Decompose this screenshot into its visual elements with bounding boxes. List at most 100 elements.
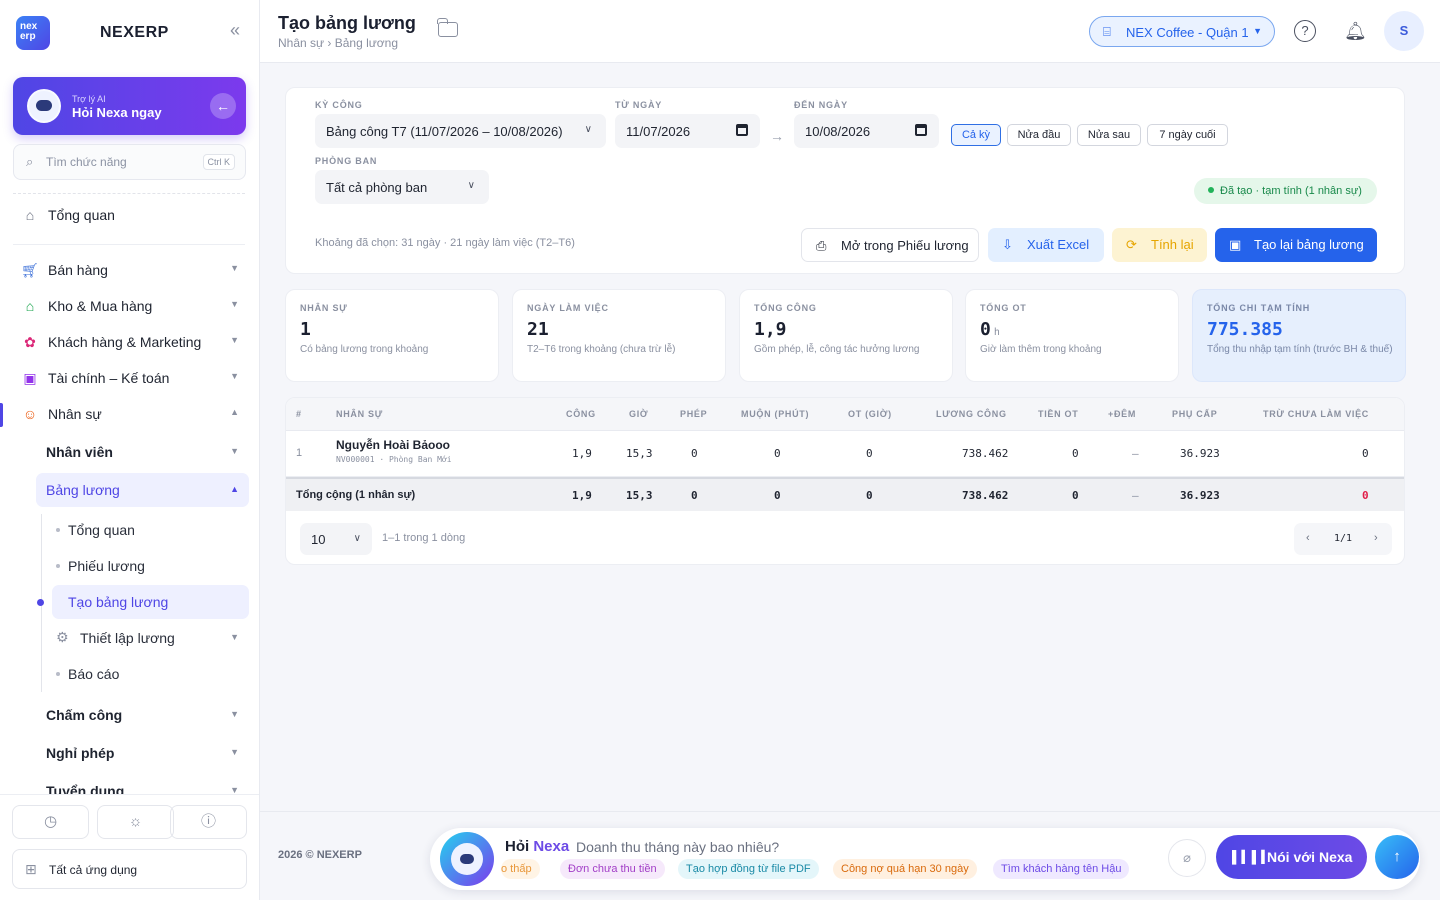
total-allowance: 36.923 bbox=[1180, 489, 1220, 502]
all-apps-button[interactable]: ⊞ Tất cả ứng dụng bbox=[12, 849, 247, 889]
theme-icon[interactable]: ☼ bbox=[97, 805, 174, 839]
chip-second-half[interactable]: Nửa sau bbox=[1077, 124, 1141, 146]
nav-leave[interactable]: Nghỉ phép ▼ bbox=[36, 736, 249, 770]
nav-payslip[interactable]: Phiếu lương bbox=[52, 549, 249, 583]
col-deduction[interactable]: TRỪ CHƯA LÀM VIỆC bbox=[1263, 409, 1369, 419]
nav-label: Bảng lương bbox=[46, 482, 120, 498]
cell-allowance: 36.923 bbox=[1180, 447, 1220, 460]
col-allowance[interactable]: PHỤ CẤP bbox=[1172, 409, 1217, 419]
footer: 2026 © NEXERP Hỏi Nexa Doanh thu tháng n… bbox=[260, 811, 1440, 900]
prev-page-icon[interactable]: ‹ bbox=[1306, 532, 1310, 544]
nav-label: Tổng quan bbox=[48, 207, 115, 223]
cell-employee-meta: NV000001 · Phòng Ban Mới bbox=[336, 455, 452, 464]
page-info: 1–1 trong 1 dòng bbox=[382, 532, 466, 544]
cell-salary: 738.462 bbox=[962, 447, 1009, 460]
nav-employees[interactable]: Nhân viên ▼ bbox=[36, 435, 249, 469]
stat-subtitle: T2–T6 trong khoảng (chưa trừ lễ) bbox=[527, 344, 676, 355]
recalculate-button[interactable]: ⟳ Tính lại bbox=[1112, 228, 1207, 262]
page-indicator: 1/1 bbox=[1334, 533, 1353, 544]
button-label: Mở trong Phiếu lương bbox=[841, 238, 969, 253]
nav-customers[interactable]: ✿ Khách hàng & Marketing ▼ bbox=[13, 324, 249, 360]
col-salary[interactable]: LƯƠNG CÔNG bbox=[936, 409, 1007, 419]
sidebar-bottom: ◷ ☼ ⓘ ⊞ Tất cả ứng dụng bbox=[0, 794, 259, 900]
folder-icon[interactable] bbox=[437, 18, 458, 37]
suggestion-chip[interactable]: Tìm khách hàng tên Hậu bbox=[993, 859, 1130, 879]
nav-warehouse[interactable]: ⌂ Kho & Mua hàng ▼ bbox=[13, 288, 249, 324]
period-select[interactable]: Bảng công T7 (11/07/2026 – 10/08/2026) ∨ bbox=[315, 114, 606, 148]
store-selector[interactable]: ⌸ NEX Coffee - Quận 1 ▼ bbox=[1089, 16, 1275, 47]
chevron-up-icon: ▲ bbox=[230, 407, 239, 417]
next-page-icon[interactable]: › bbox=[1374, 532, 1378, 544]
ask-title: Hỏi Nexa bbox=[505, 838, 569, 855]
to-date-input[interactable]: 10/08/2026 bbox=[794, 114, 939, 148]
arrow-left-icon[interactable]: ← bbox=[210, 93, 236, 119]
history-icon[interactable]: ◷ bbox=[12, 805, 89, 839]
help-icon[interactable]: ? bbox=[1294, 20, 1316, 42]
col-ot-pay[interactable]: TIỀN OT bbox=[1038, 409, 1078, 419]
chip-last-7-days[interactable]: 7 ngày cuối bbox=[1147, 124, 1228, 146]
store-icon: ⌸ bbox=[1103, 24, 1111, 39]
nav-attendance[interactable]: Chấm công ▼ bbox=[36, 698, 249, 732]
brand-logo[interactable]: nex erp bbox=[16, 16, 50, 50]
col-employee[interactable]: NHÂN SỰ bbox=[336, 409, 383, 419]
from-label: TỪ NGÀY bbox=[615, 100, 663, 110]
nav-sales[interactable]: 🛒︎ Bán hàng ▼ bbox=[13, 252, 249, 288]
voice-label: Nói với Nexa bbox=[1267, 849, 1353, 865]
search-input[interactable]: Tìm chức năng bbox=[46, 155, 127, 169]
chip-first-half[interactable]: Nửa đầu bbox=[1007, 124, 1071, 146]
ask-brand: Nexa bbox=[533, 838, 570, 855]
open-payslip-button[interactable]: ⎙ Mở trong Phiếu lương bbox=[801, 228, 979, 262]
bell-icon[interactable]: 🔔︎ bbox=[1344, 20, 1367, 42]
nav-payroll-settings[interactable]: ⚙ Thiết lập lương ▼ bbox=[52, 621, 249, 655]
export-excel-button[interactable]: ⇩ Xuất Excel bbox=[988, 228, 1104, 262]
col-hours[interactable]: GIỜ bbox=[629, 409, 648, 419]
status-dot bbox=[1208, 187, 1214, 193]
suggestion-chip[interactable]: o thấp bbox=[501, 859, 540, 879]
range-note: Khoảng đã chọn: 31 ngày · 21 ngày làm vi… bbox=[315, 237, 575, 249]
suggestion-chip[interactable]: Tạo hợp đồng từ file PDF bbox=[678, 859, 819, 879]
suggestion-chip[interactable]: Đơn chưa thu tiền bbox=[560, 859, 665, 879]
regenerate-payroll-button[interactable]: ▣ Tạo lại bảng lương bbox=[1215, 228, 1377, 262]
col-ot[interactable]: OT (GIỜ) bbox=[848, 409, 892, 419]
table-row[interactable]: 1 Nguyễn Hoài Bảooo NV000001 · Phòng Ban… bbox=[286, 431, 1404, 477]
nav-payroll-overview[interactable]: Tổng quan bbox=[52, 513, 249, 547]
suggestion-chip[interactable]: Công nợ quá hạn 30 ngày bbox=[833, 859, 977, 879]
nav-hr[interactable]: ☺ Nhân sự ▲ bbox=[13, 396, 249, 432]
collapse-sidebar-icon[interactable]: « bbox=[230, 20, 240, 41]
department-select[interactable]: Tất cả phòng ban ∨ bbox=[315, 170, 489, 204]
calendar-icon[interactable] bbox=[736, 124, 748, 136]
stat-title: NGÀY LÀM VIỆC bbox=[527, 303, 609, 313]
col-late[interactable]: MUỘN (PHÚT) bbox=[741, 409, 809, 419]
col-index[interactable]: # bbox=[296, 409, 302, 419]
send-arrow-icon[interactable]: ↑ bbox=[1375, 835, 1419, 879]
nav-recruitment[interactable]: Tuyển dụng ▼ bbox=[36, 774, 249, 794]
col-leave[interactable]: PHÉP bbox=[680, 409, 707, 419]
ask-input[interactable]: Doanh thu tháng này bao nhiêu? bbox=[576, 839, 779, 855]
ask-nexa-bar[interactable]: Hỏi Nexa Doanh thu tháng này bao nhiêu? … bbox=[430, 828, 1420, 890]
nav-payroll[interactable]: Bảng lương ▲ bbox=[36, 473, 249, 507]
calendar-icon[interactable] bbox=[915, 124, 927, 136]
cell-index: 1 bbox=[296, 447, 303, 459]
feature-search[interactable]: ⌕ Tìm chức năng Ctrl K bbox=[13, 144, 246, 180]
stat-value: 775.385 bbox=[1207, 319, 1283, 340]
page-size-select[interactable]: 10 ∨ bbox=[300, 523, 372, 555]
info-icon[interactable]: ⓘ bbox=[170, 805, 247, 839]
nav-create-payroll[interactable]: Tạo bảng lương bbox=[52, 585, 249, 619]
col-night[interactable]: +ĐÊM bbox=[1108, 409, 1136, 419]
user-avatar[interactable]: S bbox=[1384, 11, 1424, 51]
nav-payroll-report[interactable]: Báo cáo bbox=[52, 657, 249, 691]
nav-label: Khách hàng & Marketing bbox=[48, 334, 202, 350]
cell-employee-name[interactable]: Nguyễn Hoài Bảooo bbox=[336, 438, 450, 452]
voice-button[interactable]: ▌▍▌▍ Nói với Nexa bbox=[1216, 835, 1367, 879]
breadcrumb[interactable]: Nhân sự › Bảng lương bbox=[278, 36, 398, 50]
chevron-down-icon: ▼ bbox=[1253, 26, 1262, 36]
attach-icon[interactable]: ⌀ bbox=[1168, 839, 1206, 877]
col-work[interactable]: CÔNG bbox=[566, 409, 596, 419]
from-date-input[interactable]: 11/07/2026 bbox=[615, 114, 760, 148]
ai-assistant-card[interactable]: Trợ lý AI Hỏi Nexa ngay ← bbox=[13, 77, 246, 135]
brand-row: nex erp NEXERP « bbox=[16, 14, 246, 50]
chip-full-period[interactable]: Cả kỳ bbox=[951, 124, 1001, 146]
nav-finance[interactable]: ▣ Tài chính – Kế toán ▼ bbox=[13, 360, 249, 396]
nav-overview[interactable]: ⌂ Tổng quan bbox=[13, 197, 249, 233]
button-label: Tính lại bbox=[1151, 237, 1194, 252]
